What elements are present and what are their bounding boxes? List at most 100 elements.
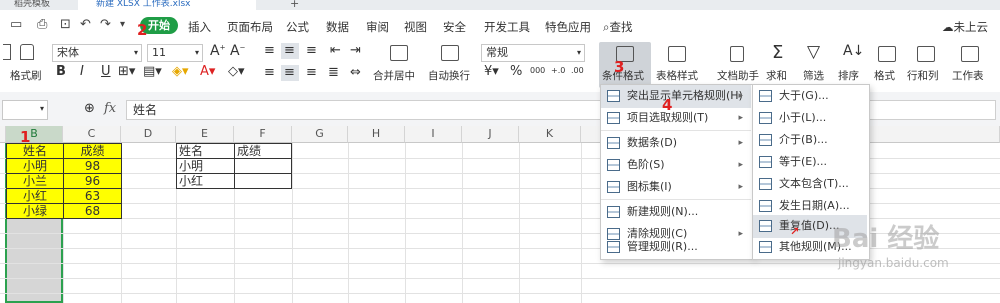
format-button[interactable]: 格式 — [874, 68, 895, 83]
increase-decimal-button[interactable]: +.0 — [551, 66, 565, 75]
align-bottom-icon[interactable]: ≡ — [306, 43, 317, 58]
print-preview-icon[interactable]: ⊡ — [60, 17, 71, 32]
border-icon[interactable]: ⊞▾ — [118, 64, 135, 79]
column-header-i[interactable]: I — [405, 126, 462, 143]
align-middle-icon[interactable]: ≡ — [284, 43, 295, 58]
table-cell[interactable]: 98 — [63, 158, 122, 174]
table-cell[interactable]: 68 — [63, 203, 122, 219]
column-header-b[interactable]: B — [6, 126, 63, 143]
search-command[interactable]: ⌕查找 — [603, 19, 632, 35]
table-style-button[interactable]: 表格样式 — [656, 68, 698, 83]
fill-style-icon[interactable]: ▤▾ — [143, 64, 162, 79]
grow-font-button[interactable]: A+ — [210, 43, 225, 59]
fill-color-icon[interactable]: ◈▾ — [172, 64, 189, 79]
table-cell[interactable]: 成绩 — [234, 143, 292, 159]
decrease-decimal-button[interactable]: .00 — [571, 66, 584, 75]
tab-data[interactable]: 数据 — [326, 19, 349, 35]
table-cell[interactable]: 96 — [63, 173, 122, 189]
column-header-j[interactable]: J — [462, 126, 519, 143]
cloud-status[interactable]: ☁未上云 — [942, 19, 988, 35]
merge-center-button[interactable]: 合并居中 — [373, 68, 415, 83]
align-left-icon[interactable]: ≡ — [264, 65, 275, 80]
filter-button[interactable]: 筛选 — [803, 68, 824, 83]
paste-icon[interactable] — [3, 44, 11, 60]
currency-button[interactable]: ¥▾ — [484, 64, 499, 79]
bold-button[interactable]: B — [56, 64, 66, 79]
redo-icon[interactable]: ↷ — [100, 17, 111, 32]
tab-formulas[interactable]: 公式 — [286, 19, 309, 35]
sort-button[interactable]: 排序 — [838, 68, 859, 83]
menu-item-manage-rules[interactable]: 管理规则(R)... — [601, 236, 751, 259]
distribute-icon[interactable]: ⇔ — [350, 65, 361, 80]
align-center-icon[interactable]: ≡ — [284, 65, 295, 80]
table-cell[interactable]: 小明 — [6, 158, 64, 174]
undo-icon[interactable]: ↶ — [80, 17, 91, 32]
column-header-h[interactable]: H — [348, 126, 405, 143]
table-cell[interactable]: 小兰 — [6, 173, 64, 189]
table-cell[interactable]: 成绩 — [63, 143, 122, 159]
tab-page-layout[interactable]: 页面布局 — [227, 19, 273, 35]
save-icon[interactable]: ▭ — [10, 17, 22, 32]
align-right-icon[interactable]: ≡ — [306, 65, 317, 80]
tab-docer-templates[interactable]: 稻壳模板 — [14, 0, 50, 10]
menu-item-new-rule[interactable]: 新建规则(N)... — [601, 201, 751, 224]
column-header-f[interactable]: F — [234, 126, 292, 143]
menu-item-greater-than[interactable]: 大于(G)... — [753, 85, 867, 108]
new-tab-button[interactable]: + — [290, 0, 299, 10]
table-cell[interactable]: 小绿 — [6, 203, 64, 219]
shrink-font-button[interactable]: A− — [230, 43, 245, 59]
wrap-text-button[interactable]: 自动换行 — [428, 68, 470, 83]
table-cell[interactable]: 姓名 — [6, 143, 64, 159]
underline-button[interactable]: U — [101, 64, 111, 79]
name-box[interactable]: ▾ — [2, 100, 48, 120]
table-cell[interactable]: 小红 — [176, 173, 235, 189]
font-color-icon[interactable]: A▾ — [200, 64, 215, 79]
tab-developer[interactable]: 开发工具 — [484, 19, 530, 35]
menu-item-less-than[interactable]: 小于(L)... — [753, 107, 867, 130]
table-cell[interactable]: 姓名 — [176, 143, 235, 159]
menu-item-top-bottom-rules[interactable]: 项目选取规则(T) ▸ — [601, 107, 751, 130]
italic-button[interactable]: I — [80, 64, 84, 79]
tab-security[interactable]: 安全 — [443, 19, 466, 35]
table-cell[interactable]: 小明 — [176, 158, 235, 174]
percent-button[interactable]: % — [510, 64, 522, 79]
column-header-g[interactable]: G — [292, 126, 348, 143]
font-size-select[interactable]: 11 ▾ — [147, 44, 203, 62]
zoom-search-icon[interactable]: ⊕ — [84, 101, 95, 116]
format-painter-label[interactable]: 格式刷 — [10, 68, 42, 83]
customize-dropdown-icon[interactable]: ▾ — [120, 19, 125, 30]
sum-button[interactable]: 求和 — [766, 68, 787, 83]
indent-right-icon[interactable]: ⇥ — [350, 43, 361, 58]
menu-item-icon-sets[interactable]: 图标集(I) ▸ — [601, 176, 751, 199]
indent-left-icon[interactable]: ⇤ — [330, 43, 341, 58]
justify-icon[interactable]: ≣ — [328, 65, 339, 80]
menu-item-color-scales[interactable]: 色阶(S) ▸ — [601, 154, 751, 177]
number-format-select[interactable]: 常规 ▾ — [481, 44, 585, 62]
print-icon[interactable]: ⎙ — [37, 17, 47, 32]
tab-review[interactable]: 审阅 — [366, 19, 389, 35]
tab-view[interactable]: 视图 — [404, 19, 427, 35]
tab-special-features[interactable]: 特色应用 — [545, 19, 591, 35]
tab-workbook[interactable]: 新建 XLSX 工作表.xlsx — [96, 0, 190, 10]
format-painter-icon[interactable] — [20, 44, 34, 60]
column-header-c[interactable]: C — [63, 126, 121, 143]
merge-center-icon[interactable] — [390, 45, 408, 61]
menu-item-equal-to[interactable]: 等于(E)... — [753, 151, 867, 174]
table-cell[interactable]: 63 — [63, 188, 122, 204]
column-header-k[interactable]: K — [519, 126, 581, 143]
table-cell[interactable]: 小红 — [6, 188, 64, 204]
menu-item-highlight-rules[interactable]: 突出显示单元格规则(H) ▸ — [601, 85, 751, 108]
column-header-d[interactable]: D — [121, 126, 176, 143]
thousands-button[interactable]: 000 — [530, 66, 545, 75]
menu-item-data-bars[interactable]: 数据条(D) ▸ — [601, 132, 751, 155]
table-cell[interactable] — [234, 173, 292, 189]
font-name-select[interactable]: 宋体 ▾ — [52, 44, 142, 62]
menu-item-text-contains[interactable]: 文本包含(T)... — [753, 173, 867, 196]
table-cell[interactable] — [234, 158, 292, 174]
fx-icon[interactable]: fx — [104, 101, 116, 116]
eraser-icon[interactable]: ◇▾ — [228, 64, 245, 79]
worksheet-button[interactable]: 工作表 — [952, 68, 984, 83]
menu-item-between[interactable]: 介于(B)... — [753, 129, 867, 152]
tab-insert[interactable]: 插入 — [188, 19, 211, 35]
align-top-icon[interactable]: ≡ — [264, 43, 275, 58]
